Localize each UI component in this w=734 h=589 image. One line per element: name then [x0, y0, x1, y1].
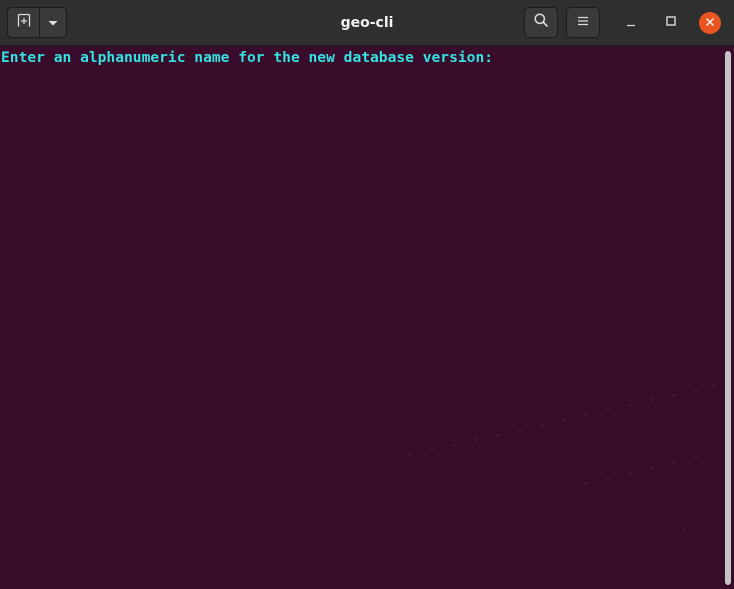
header-bar: geo-cli — [0, 0, 734, 46]
search-button[interactable] — [524, 7, 558, 38]
new-tab-icon — [16, 12, 32, 33]
scrollbar-thumb[interactable] — [725, 51, 731, 585]
menu-button[interactable] — [566, 7, 600, 38]
terminal-prompt-line: Enter an alphanumeric name for the new d… — [1, 49, 502, 66]
background-dot-pattern — [408, 383, 716, 540]
new-tab-dropdown-button[interactable] — [40, 8, 66, 37]
close-button[interactable] — [699, 12, 721, 34]
scrollbar[interactable] — [722, 48, 734, 589]
terminal-output-area[interactable]: Enter an alphanumeric name for the new d… — [0, 46, 734, 589]
terminal-window: geo-cli Enter an alphanumeric name for t… — [0, 0, 734, 589]
minimize-icon — [625, 14, 637, 32]
new-tab-button[interactable] — [8, 8, 41, 37]
new-tab-button-group — [7, 7, 67, 38]
minimize-button[interactable] — [619, 11, 643, 35]
chevron-down-icon — [47, 14, 59, 32]
close-icon — [705, 14, 715, 32]
hamburger-menu-icon — [576, 14, 590, 32]
maximize-button[interactable] — [659, 11, 683, 35]
maximize-icon — [665, 14, 677, 32]
search-icon — [533, 12, 549, 33]
